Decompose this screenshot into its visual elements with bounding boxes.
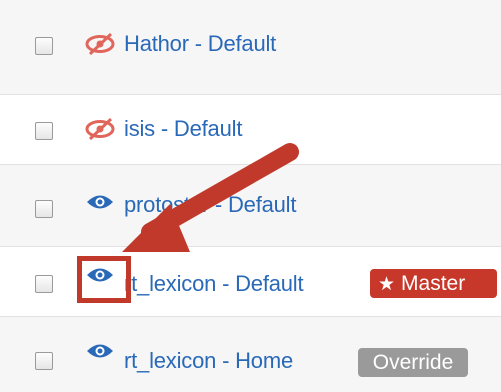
list-item: isis - Default (0, 94, 501, 164)
template-name-link[interactable]: Hathor - Default (124, 31, 276, 57)
template-name-link[interactable]: isis - Default (124, 116, 242, 142)
list-item: rt_lexicon - Default ★ Master (0, 246, 501, 316)
template-name-link[interactable]: rt_lexicon - Home (124, 348, 293, 374)
eye-icon[interactable] (85, 340, 115, 362)
list-item: Hathor - Default (0, 0, 501, 94)
eye-slash-icon[interactable] (85, 118, 115, 140)
list-item: protostar - Default (0, 164, 501, 246)
master-badge-label: Master (401, 272, 466, 295)
override-badge: Override (358, 348, 468, 377)
eye-slash-icon[interactable] (85, 33, 115, 55)
eye-icon[interactable] (85, 191, 115, 213)
row-checkbox[interactable] (35, 122, 53, 140)
template-name-link[interactable]: rt_lexicon - Default (124, 271, 304, 297)
star-icon: ★ (378, 273, 396, 295)
eye-icon[interactable] (85, 264, 115, 286)
template-list: Hathor - Default isis - Default protosta… (0, 0, 501, 392)
row-checkbox[interactable] (35, 275, 53, 293)
row-checkbox[interactable] (35, 200, 53, 218)
list-item: rt_lexicon - Home Override (0, 316, 501, 392)
row-checkbox[interactable] (35, 352, 53, 370)
master-badge: ★ Master (370, 269, 497, 298)
row-checkbox[interactable] (35, 37, 53, 55)
template-name-link[interactable]: protostar - Default (124, 192, 296, 218)
